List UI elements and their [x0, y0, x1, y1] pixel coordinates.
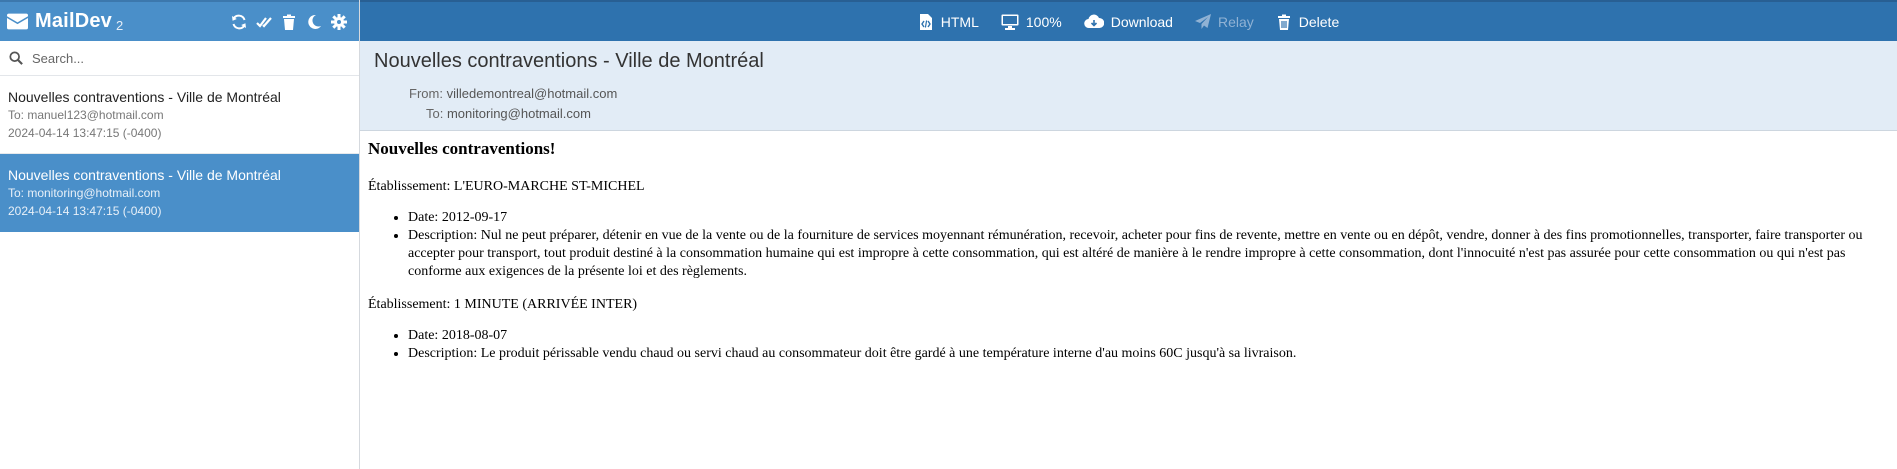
email-subject: Nouvelles contraventions - Ville de Mont…: [8, 89, 281, 105]
violation-list: Date: 2012-09-17 Description: Nul ne peu…: [368, 209, 1889, 281]
email-list: Nouvelles contraventions - Ville de Mont…: [0, 76, 359, 232]
cloud-download-icon: [1083, 14, 1104, 30]
email-recipient: To: manuel123@hotmail.com: [8, 108, 164, 122]
app-title: MailDev: [35, 10, 112, 32]
message-header: Nouvelles contraventions - Ville de Mont…: [360, 41, 1897, 131]
from-label: From:: [409, 86, 443, 101]
monitor-icon: [1001, 14, 1019, 30]
gear-icon[interactable]: [331, 13, 347, 30]
delete-button[interactable]: Delete: [1276, 14, 1339, 30]
email-list-item-selected[interactable]: Nouvelles contraventions - Ville de Mont…: [0, 154, 359, 232]
trash-icon[interactable]: [281, 14, 297, 30]
search-icon: [9, 51, 23, 65]
email-recipient: To: monitoring@hotmail.com: [8, 186, 161, 200]
violation-date: Date: 2012-09-17: [408, 209, 1889, 227]
refresh-icon[interactable]: [231, 14, 247, 30]
violation-list: Date: 2018-08-07 Description: Le produit…: [368, 327, 1889, 363]
message-subject: Nouvelles contraventions - Ville de Mont…: [374, 50, 764, 72]
violation-description: Description: Le produit périssable vendu…: [408, 345, 1889, 363]
html-button-label: HTML: [940, 13, 979, 30]
violation-description: Description: Nul ne peut préparer, déten…: [408, 227, 1889, 281]
establishment-label: Établissement: L'EURO-MARCHE ST-MICHEL: [368, 179, 645, 194]
relay-button[interactable]: Relay: [1194, 13, 1254, 30]
trash-icon: [1276, 14, 1292, 30]
download-button[interactable]: Download: [1083, 13, 1173, 30]
search-bar: [0, 41, 359, 76]
paper-plane-icon: [1194, 13, 1211, 30]
moon-icon[interactable]: [306, 14, 322, 30]
body-heading: Nouvelles contraventions!: [368, 139, 556, 158]
html-button[interactable]: HTML: [918, 13, 979, 30]
download-button-label: Download: [1110, 13, 1173, 30]
envelope-icon: [7, 13, 28, 30]
from-address: villedemontreal@hotmail.com: [446, 86, 618, 101]
establishment-label: Établissement: 1 MINUTE (ARRIVÉE INTER): [368, 297, 638, 312]
delete-button-label: Delete: [1298, 13, 1340, 30]
to-address: monitoring@hotmail.com: [446, 106, 591, 121]
email-subject: Nouvelles contraventions - Ville de Mont…: [8, 167, 281, 183]
search-input[interactable]: [32, 50, 350, 66]
double-check-icon[interactable]: [256, 14, 272, 30]
relay-button-label: Relay: [1217, 13, 1254, 30]
email-list-item[interactable]: Nouvelles contraventions - Ville de Mont…: [0, 76, 359, 154]
to-label: To:: [426, 106, 444, 121]
sidebar-header: MailDev 2: [0, 0, 359, 41]
email-date: 2024-04-14 13:47:15 (-0400): [8, 204, 162, 218]
from-line: From: villedemontreal@hotmail.com: [409, 86, 617, 101]
to-line: To: monitoring@hotmail.com: [426, 106, 591, 121]
message-body: Nouvelles contraventions! Établissement:…: [368, 139, 1889, 379]
zoom-button[interactable]: 100%: [1001, 14, 1062, 30]
sidebar: MailDev 2 Nouvelles cont: [0, 0, 360, 469]
zoom-level: 100%: [1025, 13, 1062, 30]
sidebar-tools: [231, 13, 347, 30]
violation-date: Date: 2018-08-07: [408, 327, 1889, 345]
file-code-icon: [918, 13, 934, 30]
message-toolbar: HTML 100% Download Relay Delete: [360, 0, 1897, 41]
email-date: 2024-04-14 13:47:15 (-0400): [8, 126, 162, 140]
email-count-badge: 2: [116, 18, 124, 33]
